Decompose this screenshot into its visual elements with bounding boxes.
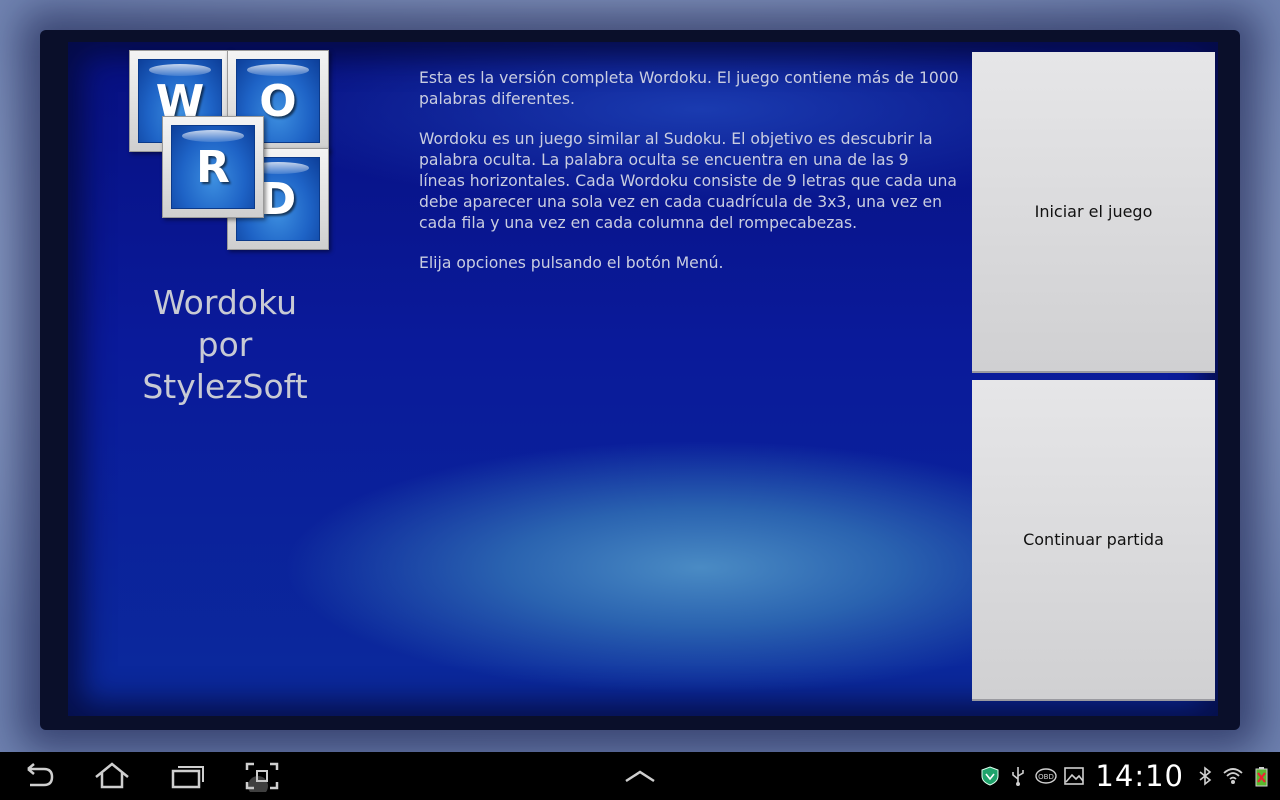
shield-icon [979,765,1001,787]
back-icon[interactable] [20,760,56,792]
description-paragraph: Elija opciones pulsando el botón Menú. [419,254,724,272]
status-area: OBD 14:10 [979,752,1272,800]
logo-letter: O [259,75,297,127]
game-description: Esta es la versión completa Wordoku. El … [419,68,959,293]
app-drawer-up-icon[interactable] [622,760,658,792]
app-title-line: Wordoku [152,283,298,322]
wifi-icon [1222,765,1244,787]
system-bar: OBD 14:10 [0,752,1280,800]
screenshot-icon[interactable] [244,760,280,796]
logo-letter: D [259,173,297,225]
app-title-line: por [197,325,253,364]
start-game-label: Iniciar el juego [1034,202,1153,221]
start-game-button[interactable]: Iniciar el juego [972,52,1215,373]
logo-tile-r: R [162,116,264,218]
bluetooth-icon [1194,765,1216,787]
battery-icon [1250,765,1272,787]
obd-icon: OBD [1035,765,1058,787]
recent-apps-icon[interactable] [170,760,206,792]
word-logo: W O D R [129,50,329,250]
description-paragraph: Esta es la versión completa Wordoku. El … [419,69,959,108]
svg-text:OBD: OBD [1039,773,1055,781]
clock: 14:10 [1095,759,1184,793]
continue-game-button[interactable]: Continuar partida [972,380,1215,701]
home-icon[interactable] [94,760,130,792]
app-title: Wordoku por StylezSoft [120,282,330,408]
description-paragraph: Wordoku es un juego similar al Sudoku. E… [419,130,957,232]
continue-game-label: Continuar partida [1023,530,1164,549]
logo-letter: R [196,141,230,193]
image-icon [1063,765,1085,787]
app-title-line: StylezSoft [142,367,308,406]
usb-icon [1007,765,1029,787]
